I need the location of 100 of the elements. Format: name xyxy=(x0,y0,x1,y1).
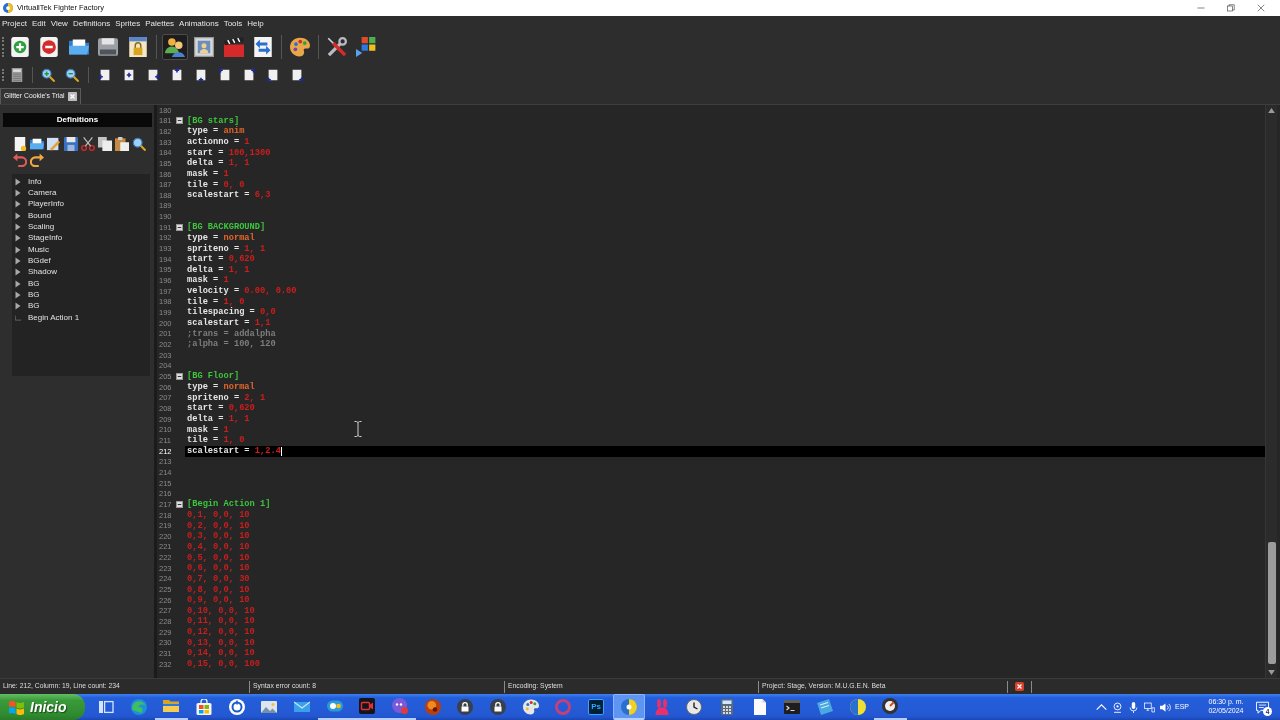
arrow-down-icon[interactable] xyxy=(1268,670,1275,675)
menu-item[interactable]: Help xyxy=(247,17,264,30)
expand-arrow-icon[interactable] xyxy=(15,279,21,288)
page-plus-icon[interactable] xyxy=(122,68,136,82)
envelope-icon[interactable] xyxy=(293,699,310,715)
collapse-icon[interactable] xyxy=(175,501,183,509)
padlock-icon[interactable] xyxy=(457,699,474,715)
code-line: type = anim xyxy=(187,127,245,136)
restore-icon[interactable] xyxy=(1227,4,1235,12)
page-plus-icon[interactable] xyxy=(146,68,160,82)
page-plus-icon[interactable] xyxy=(170,68,184,82)
page-plus-icon[interactable] xyxy=(98,68,112,82)
pencil-page-icon[interactable] xyxy=(47,137,61,151)
clapperboard-icon[interactable] xyxy=(223,37,244,57)
expand-arrow-icon[interactable] xyxy=(15,177,21,186)
expand-arrow-icon[interactable] xyxy=(15,189,21,197)
locked-document-icon[interactable] xyxy=(127,37,148,57)
expand-arrow-icon[interactable] xyxy=(15,200,21,209)
menu-item[interactable]: View xyxy=(50,17,68,30)
search-icon[interactable] xyxy=(132,137,146,151)
flag-arrow-icon[interactable] xyxy=(356,37,376,57)
app-tile[interactable]: Ps xyxy=(588,699,605,715)
page-plus-icon[interactable] xyxy=(194,68,208,82)
folder-icon[interactable] xyxy=(30,137,44,151)
tree-item[interactable]: BG xyxy=(28,291,40,300)
spreadsheet-icon[interactable] xyxy=(10,68,24,82)
zoom-out-icon[interactable] xyxy=(65,68,79,82)
undo-arrow-icon[interactable] xyxy=(13,153,27,167)
zoom-in-icon[interactable] xyxy=(41,68,55,82)
page-plus-icon[interactable] xyxy=(290,68,304,82)
expand-arrow-icon[interactable] xyxy=(15,245,21,254)
chevron-up-icon[interactable] xyxy=(1095,701,1107,713)
collapse-icon[interactable] xyxy=(175,224,183,232)
expand-arrow-icon[interactable] xyxy=(15,302,21,311)
menu-item[interactable]: Animations xyxy=(179,17,219,30)
folder-icon[interactable] xyxy=(68,37,89,57)
menu-item[interactable]: Definitions xyxy=(72,17,111,30)
tree-item[interactable]: Begin Action 1 xyxy=(28,313,80,322)
tree-item[interactable]: BG xyxy=(28,302,40,311)
menu-item[interactable]: Tools xyxy=(223,17,243,30)
tree-item[interactable]: Shadow xyxy=(28,268,57,277)
redo-arrow-icon[interactable] xyxy=(30,153,44,167)
tree-item[interactable]: BGdef xyxy=(28,257,51,266)
tree-item[interactable]: BG xyxy=(28,279,40,288)
close-icon[interactable] xyxy=(67,92,77,101)
palette-icon[interactable] xyxy=(289,37,310,57)
terminal-icon[interactable] xyxy=(784,699,801,715)
copy-pages-icon[interactable] xyxy=(98,137,112,151)
ring-icon[interactable] xyxy=(228,699,245,715)
speaker-icon[interactable] xyxy=(1159,701,1171,713)
clipboard-icon[interactable] xyxy=(115,137,129,151)
clock-icon[interactable] xyxy=(686,699,703,715)
swirl-icon[interactable] xyxy=(130,699,147,715)
arrow-up-icon[interactable] xyxy=(1268,108,1275,113)
microphone-icon[interactable] xyxy=(1127,701,1139,713)
code-line: tile = 1, 0 xyxy=(187,436,245,445)
arrows-document-icon[interactable] xyxy=(253,37,273,57)
tree-item[interactable]: StageInfo xyxy=(28,234,63,243)
tree-item[interactable]: PlayerInfo xyxy=(28,200,65,209)
padlock-icon[interactable] xyxy=(490,699,507,715)
webcam-icon[interactable] xyxy=(1111,701,1123,713)
expand-arrow-icon[interactable] xyxy=(15,223,21,232)
scrollbar-thumb[interactable] xyxy=(1267,542,1276,664)
menu-item[interactable]: Edit xyxy=(31,17,46,30)
expand-arrow-icon[interactable] xyxy=(15,211,21,220)
tree-item[interactable]: Info xyxy=(28,177,42,186)
blank-page-icon[interactable] xyxy=(751,699,768,715)
tree-item[interactable]: Bound xyxy=(28,211,52,220)
notepad-icon[interactable] xyxy=(816,699,833,715)
network-icon[interactable] xyxy=(1143,701,1155,713)
expand-arrow-icon[interactable] xyxy=(15,268,21,277)
expand-arrow-icon[interactable] xyxy=(15,257,21,266)
menu-item[interactable]: Sprites xyxy=(115,17,141,30)
scissors-icon[interactable] xyxy=(81,137,95,151)
half-circle-icon[interactable] xyxy=(849,699,866,715)
no-entry-icon[interactable] xyxy=(39,37,60,57)
orb-icon[interactable] xyxy=(424,699,441,715)
page-plus-icon[interactable] xyxy=(266,68,280,82)
collapse-icon[interactable] xyxy=(175,117,183,125)
menu-item[interactable]: Project xyxy=(2,17,27,30)
tools-icon[interactable] xyxy=(326,37,347,57)
new-page-icon[interactable] xyxy=(13,137,27,151)
expand-arrow-icon[interactable] xyxy=(15,291,21,300)
photo-icon[interactable] xyxy=(261,699,278,715)
expand-arrow-icon[interactable] xyxy=(15,234,21,243)
start-button[interactable]: Inicio xyxy=(0,694,85,720)
page-plus-icon[interactable] xyxy=(242,68,256,82)
tree-item[interactable]: Camera xyxy=(28,189,57,197)
menu-item[interactable]: Palettes xyxy=(145,17,175,30)
notification-icon[interactable] xyxy=(1255,700,1269,714)
collapse-icon[interactable] xyxy=(175,373,183,381)
tree-item[interactable]: Music xyxy=(28,245,49,254)
add-document-icon[interactable] xyxy=(9,37,30,57)
shopping-bag-icon[interactable] xyxy=(195,699,212,715)
tree-item[interactable]: Scaling xyxy=(28,223,55,232)
page-plus-icon[interactable] xyxy=(218,68,232,82)
palette-icon[interactable] xyxy=(522,699,539,715)
task-view-icon[interactable] xyxy=(97,699,114,715)
calculator-icon[interactable] xyxy=(718,699,735,715)
toggle-button[interactable] xyxy=(161,34,188,60)
